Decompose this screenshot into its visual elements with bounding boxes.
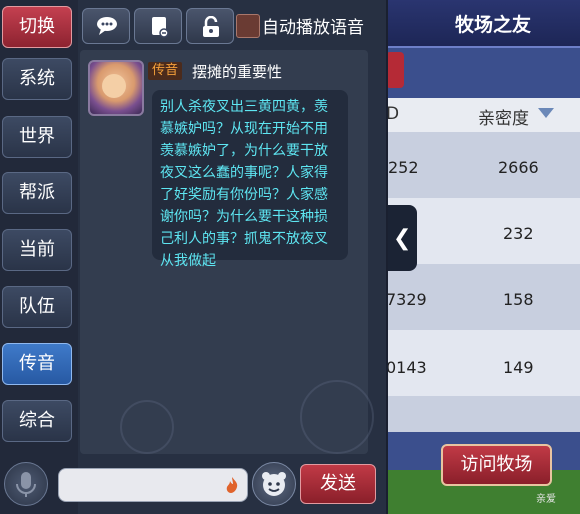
friend-id-cell: 7329	[386, 290, 427, 309]
cloud-decoration	[120, 400, 174, 454]
send-button[interactable]: 发送	[300, 464, 376, 504]
lock-button[interactable]	[186, 8, 234, 44]
avatar-face	[102, 74, 126, 98]
unlock-icon	[203, 16, 219, 37]
tab-current[interactable]: 当前	[2, 229, 72, 271]
chevron-down-icon[interactable]	[538, 108, 554, 118]
auto-voice-checkbox[interactable]	[236, 14, 260, 38]
emoji-button[interactable]	[252, 462, 296, 506]
intimacy-cell: 232	[503, 224, 534, 243]
friend-id-cell: 252	[388, 158, 419, 177]
tab-world[interactable]: 世界	[2, 116, 72, 158]
message-input[interactable]	[58, 468, 248, 502]
tab-all[interactable]: 综合	[2, 400, 72, 442]
cloud-decoration	[300, 380, 374, 454]
intimacy-column-header[interactable]: 亲密度	[478, 104, 529, 129]
friend-id-cell: 0143	[386, 358, 427, 377]
tab-team[interactable]: 队伍	[2, 286, 72, 328]
message-title[interactable]: 摆摊的重要性	[192, 61, 282, 82]
friends-panel-title: 牧场之友	[455, 14, 532, 36]
table-row[interactable]	[386, 396, 580, 432]
voice-input-button[interactable]	[4, 462, 48, 506]
flame-icon	[226, 477, 238, 493]
intimacy-cell: 2666	[498, 158, 539, 177]
chat-bubble-button[interactable]	[82, 8, 130, 44]
tab-whisper[interactable]: 传音	[2, 343, 72, 385]
speech-bubble-icon	[97, 17, 117, 35]
microphone-icon	[16, 472, 36, 497]
switch-button[interactable]: 切换	[2, 6, 72, 48]
message-bubble: 别人杀夜叉出三黄四黄，羡慕嫉妒吗？从现在开始不用羡慕嫉妒了，为什么要干放夜叉这么…	[152, 90, 348, 269]
auto-voice-label[interactable]: 自动播放语音	[262, 13, 364, 38]
visit-ranch-button[interactable]: 访问牧场	[441, 444, 552, 486]
message-text: 别人杀夜叉出三黄四黄，羡慕嫉妒吗？从现在开始不用羡慕嫉妒了，为什么要干放夜叉这么…	[160, 99, 328, 269]
hidden-red-button[interactable]	[386, 52, 404, 88]
channel-tag: 传音	[148, 62, 183, 80]
face-icon	[262, 472, 286, 496]
tab-guild[interactable]: 帮派	[2, 172, 72, 214]
note-button[interactable]	[134, 8, 182, 44]
tab-system[interactable]: 系统	[2, 58, 72, 100]
intimacy-cell: 158	[503, 290, 534, 309]
intimacy-cell: 149	[503, 358, 534, 377]
footer-small-label: 亲爱	[536, 494, 556, 505]
chevron-left-icon[interactable]: ❮	[393, 226, 411, 251]
note-icon	[152, 17, 169, 38]
